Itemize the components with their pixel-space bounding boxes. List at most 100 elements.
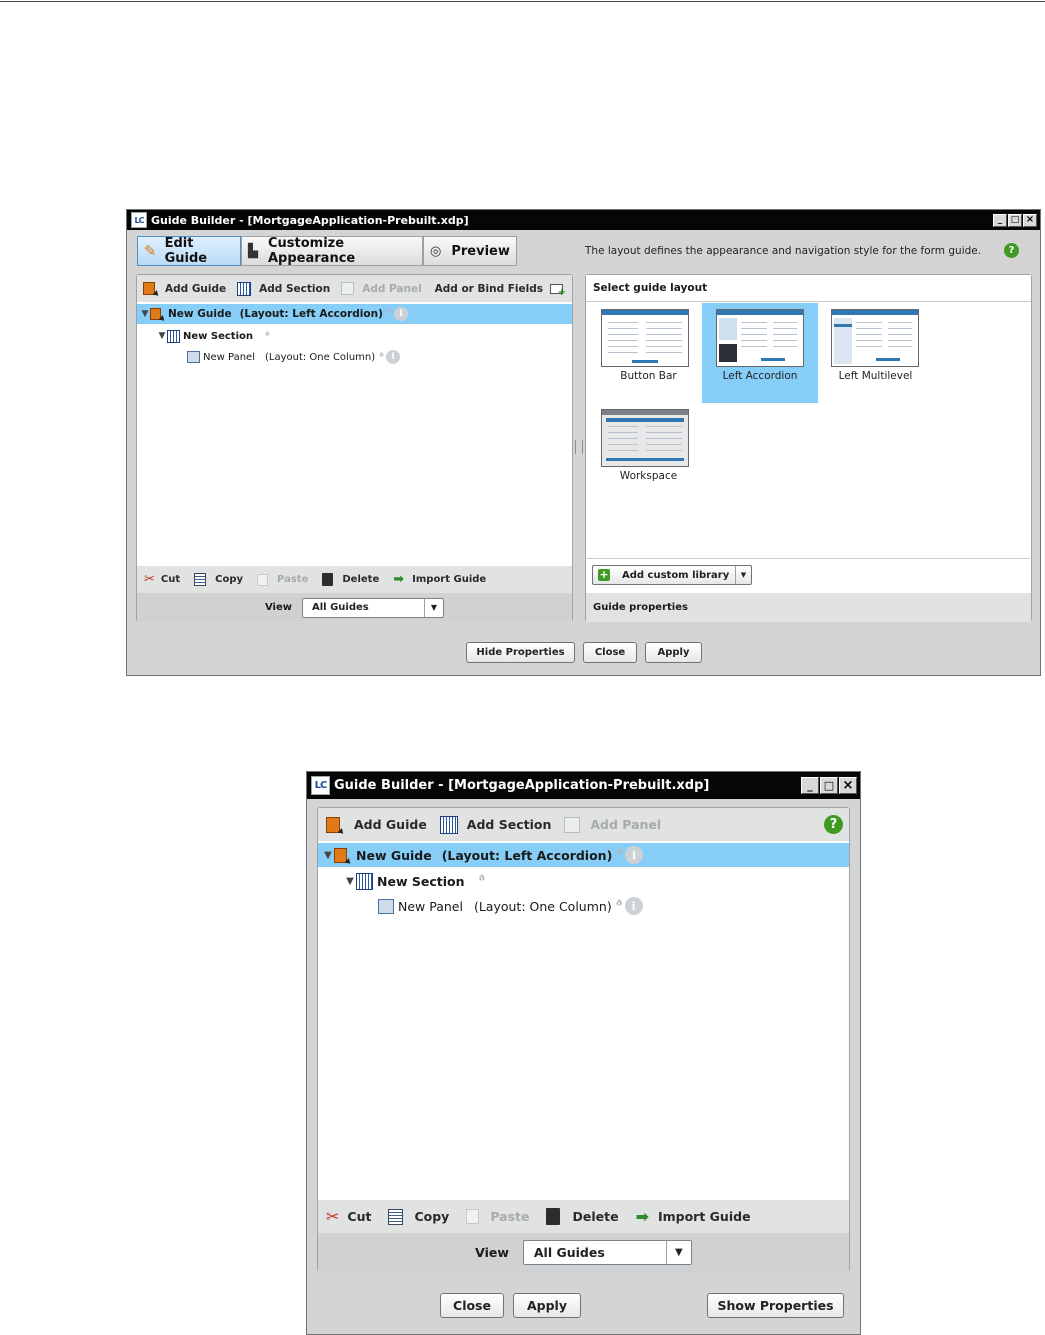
add-panel-label: Add Panel xyxy=(362,282,422,295)
chevron-down-icon[interactable]: ▼ xyxy=(735,566,751,584)
button-bar-thumbnail xyxy=(601,309,689,367)
scissors-icon: ✂ xyxy=(144,572,155,587)
link-icon: ᶞ xyxy=(386,308,393,320)
link-icon: ᶞ xyxy=(379,351,385,363)
tree-item-guide[interactable]: ▼ New Guide (Layout: Left Accordion) ᶞ i xyxy=(318,843,849,867)
tree-item-section[interactable]: ▼ New Section ᶞ xyxy=(137,326,572,346)
layout-panel-header: Select guide layout xyxy=(586,275,1031,302)
scissors-icon: ✂ xyxy=(326,1207,340,1226)
close-button[interactable]: Close xyxy=(583,642,637,663)
maximize-icon[interactable]: □ xyxy=(820,777,838,794)
tab-preview[interactable]: ◎ Preview xyxy=(423,236,517,266)
expand-icon[interactable]: ▼ xyxy=(140,309,150,319)
view-select[interactable]: All Guides ▼ xyxy=(522,1240,692,1265)
close-window-icon[interactable]: × xyxy=(1023,213,1037,227)
add-custom-library-label: Add custom library xyxy=(622,569,730,581)
paste-button[interactable]: Paste xyxy=(466,1209,529,1224)
cut-button[interactable]: ✂ Cut xyxy=(144,572,180,587)
maximize-icon[interactable]: □ xyxy=(1008,213,1022,227)
section-icon xyxy=(167,329,180,343)
add-section-button[interactable]: Add Section xyxy=(237,281,330,296)
guide-tree-panel: Add Guide Add Section Add Panel ? ▼ New … xyxy=(317,807,850,1272)
tree-panel-layout: (Layout: One Column) xyxy=(264,351,376,363)
tree-item-panel[interactable]: New Panel (Layout: One Column) ᶞ i xyxy=(137,347,572,367)
close-window-icon[interactable]: × xyxy=(839,777,857,794)
apply-button[interactable]: Apply xyxy=(513,1293,581,1318)
guide-properties-label: Guide properties xyxy=(593,602,688,613)
add-guide-button[interactable]: Add Guide xyxy=(326,816,427,833)
window-controls: _ □ × xyxy=(801,777,857,794)
help-icon[interactable]: ? xyxy=(824,815,843,834)
add-panel-button[interactable]: Add Panel xyxy=(341,282,422,295)
cut-button[interactable]: ✂ Cut xyxy=(326,1207,371,1226)
tree-item-guide[interactable]: ▼ New Guide (Layout: Left Accordion) ᶞ i xyxy=(137,304,572,324)
section-icon xyxy=(237,281,252,296)
layout-hint-text: The layout defines the appearance and na… xyxy=(585,245,982,257)
layout-option-workspace[interactable]: Workspace xyxy=(591,403,706,503)
window-controls: _ □ × xyxy=(993,213,1037,227)
paste-label: Paste xyxy=(277,574,309,585)
window-titlebar[interactable]: LC Guide Builder - [MortgageApplication-… xyxy=(127,210,1040,230)
panel-icon xyxy=(564,816,581,833)
help-icon[interactable]: ? xyxy=(1004,243,1019,258)
minimize-icon[interactable]: _ xyxy=(801,777,819,794)
import-guide-button[interactable]: ➡ Import Guide xyxy=(636,1207,751,1226)
cut-label: Cut xyxy=(347,1209,372,1224)
hide-properties-button[interactable]: Hide Properties xyxy=(466,642,575,663)
cut-label: Cut xyxy=(160,574,181,585)
layout-option-button-bar[interactable]: Button Bar xyxy=(591,303,706,403)
view-select[interactable]: All Guides ▼ xyxy=(302,597,444,618)
info-icon[interactable]: i xyxy=(625,846,644,864)
guide-tree-panel: Add Guide Add Section Add Panel Add or B… xyxy=(136,274,573,622)
tree-panel-layout: (Layout: One Column) xyxy=(473,898,612,914)
layout-option-left-accordion[interactable]: Left Accordion xyxy=(702,303,818,403)
delete-label: Delete xyxy=(572,1209,619,1224)
add-bind-fields-button[interactable]: Add or Bind Fields xyxy=(435,283,566,298)
section-icon xyxy=(439,815,458,834)
add-guide-button[interactable]: Add Guide xyxy=(143,282,226,295)
apply-button[interactable]: Apply xyxy=(645,642,702,663)
layout-label-left-multilevel: Left Multilevel xyxy=(838,370,913,382)
layout-grid: Button Bar Left Accordion Left Multileve… xyxy=(587,303,1030,559)
tree-guide-name: New Guide xyxy=(356,847,432,863)
panel-splitter-handle[interactable] xyxy=(575,440,583,454)
view-bar: View All Guides ▼ xyxy=(318,1233,849,1272)
add-custom-library-button[interactable]: + Add custom library ▼ xyxy=(592,565,752,585)
expand-icon[interactable]: ▼ xyxy=(157,331,167,341)
expand-icon[interactable]: ▼ xyxy=(322,850,334,861)
tab-edit-guide[interactable]: ✎ Edit Guide xyxy=(137,236,241,266)
info-icon[interactable]: i xyxy=(394,307,409,321)
tree-item-panel[interactable]: New Panel (Layout: One Column) ᶞ i xyxy=(318,894,849,918)
tree-toolbar: Add Guide Add Section Add Panel Add or B… xyxy=(137,275,572,302)
delete-button[interactable]: Delete xyxy=(546,1208,619,1225)
delete-label: Delete xyxy=(342,574,380,585)
close-button[interactable]: Close xyxy=(440,1293,504,1318)
delete-button[interactable]: Delete xyxy=(322,573,379,586)
import-guide-button[interactable]: ➡ Import Guide xyxy=(393,572,486,587)
link-icon: ᶞ xyxy=(478,873,486,889)
tree-section-name: New Section xyxy=(377,873,465,889)
copy-button[interactable]: Copy xyxy=(194,573,243,586)
add-panel-button[interactable]: Add Panel xyxy=(564,816,662,833)
expand-icon[interactable]: ▼ xyxy=(344,876,356,887)
info-icon[interactable]: i xyxy=(386,350,401,364)
show-properties-button[interactable]: Show Properties xyxy=(707,1293,844,1318)
tree-guide-layout: (Layout: Left Accordion) xyxy=(441,847,613,863)
guide-properties-header[interactable]: Guide properties xyxy=(586,593,1031,622)
layout-panel: Select guide layout Button Bar Left Acco… xyxy=(585,274,1032,622)
lc-logo-icon: LC xyxy=(311,776,330,795)
window-title: Guide Builder - [MortgageApplication-Pre… xyxy=(151,213,469,227)
tree-guide-name: New Guide xyxy=(168,308,232,320)
layout-option-left-multilevel[interactable]: Left Multilevel xyxy=(818,303,933,403)
add-panel-label: Add Panel xyxy=(590,817,662,832)
add-section-button[interactable]: Add Section xyxy=(439,815,551,834)
tree-item-section[interactable]: ▼ New Section ᶞ xyxy=(318,869,849,893)
add-guide-label: Add Guide xyxy=(354,817,427,832)
info-icon[interactable]: i xyxy=(624,897,643,915)
window-titlebar[interactable]: LC Guide Builder - [MortgageApplication-… xyxy=(307,772,860,799)
minimize-icon[interactable]: _ xyxy=(993,213,1007,227)
copy-button[interactable]: Copy xyxy=(388,1208,449,1225)
tab-customize-appearance[interactable]: ▙ Customize Appearance xyxy=(241,236,423,266)
paste-button[interactable]: Paste xyxy=(257,573,309,586)
tree-panel-name: New Panel xyxy=(398,898,463,914)
